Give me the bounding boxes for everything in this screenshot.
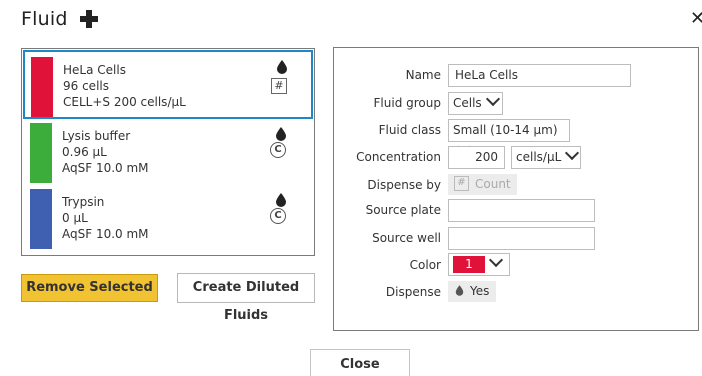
fluid-class-value: Small (10-14 µm) <box>453 123 558 137</box>
dialog-title: Fluid <box>21 8 68 30</box>
title-row: Fluid <box>21 8 98 30</box>
chevron-down-icon <box>485 91 500 107</box>
dispense-by-value: Count <box>475 177 511 191</box>
fluid-class-select[interactable]: Small (10-14 µm) <box>448 119 570 155</box>
droplet-icon <box>276 193 286 207</box>
fluid-group-select[interactable]: Cells <box>448 91 503 115</box>
fluid-color-swatch <box>30 189 52 249</box>
fluid-detail: AqSF 10.0 mM <box>62 227 149 241</box>
source-well-label: Source well <box>372 231 441 245</box>
color-select[interactable]: 1 <box>448 252 510 276</box>
fluid-name: HeLa Cells <box>63 63 126 77</box>
color-swatch: 1 <box>453 256 485 273</box>
concentration-unit-select[interactable]: cells/µL <box>511 145 581 169</box>
fluid-dialog: Fluid ✕ HeLa Cells 96 cells CELL+S 200 c… <box>0 0 702 376</box>
fluid-name: Trypsin <box>62 195 105 209</box>
hash-icon: # <box>454 176 469 191</box>
create-diluted-fluids-button[interactable]: Create Diluted Fluids <box>177 273 315 323</box>
concentration-unit-value: cells/µL <box>516 150 562 164</box>
c-marker-icon: C <box>270 142 286 158</box>
source-plate-label: Source plate <box>365 203 441 217</box>
close-x-icon[interactable]: ✕ <box>690 10 702 28</box>
fluid-detail: AqSF 10.0 mM <box>62 161 149 175</box>
source-well-input[interactable] <box>448 227 595 250</box>
dispense-toggle[interactable]: Yes <box>448 281 497 302</box>
fluid-detail: CELL+S 200 cells/µL <box>63 95 186 109</box>
source-plate-input[interactable] <box>448 199 595 222</box>
close-button[interactable]: Close <box>310 349 410 376</box>
droplet-icon <box>455 285 464 296</box>
fluid-amount: 96 cells <box>63 79 109 93</box>
droplet-icon <box>277 60 287 74</box>
fluid-amount: 0.96 µL <box>62 145 107 159</box>
fluid-item-hela-cells[interactable]: HeLa Cells 96 cells CELL+S 200 cells/µL … <box>23 50 313 119</box>
fluid-item-lysis-buffer[interactable]: Lysis buffer 0.96 µL AqSF 10.0 mM C <box>24 119 312 183</box>
fluid-group-label: Fluid group <box>373 96 441 110</box>
name-label: Name <box>405 68 441 82</box>
fluid-color-swatch <box>30 123 52 183</box>
fluid-color-swatch <box>31 57 53 117</box>
concentration-input[interactable]: 200 <box>448 146 505 169</box>
fluid-amount: 0 µL <box>62 211 88 225</box>
fluid-text: Trypsin 0 µL AqSF 10.0 mM <box>62 194 149 242</box>
fluid-text: Lysis buffer 0.96 µL AqSF 10.0 mM <box>62 128 149 176</box>
concentration-label: Concentration <box>356 150 441 164</box>
dispense-by-label: Dispense by <box>367 178 441 192</box>
droplet-icon <box>276 127 286 141</box>
fluid-properties-panel: Name HeLa Cells Fluid group Cells Fluid … <box>333 47 699 331</box>
c-marker-icon: C <box>270 208 286 224</box>
chevron-down-icon <box>488 252 504 268</box>
fluid-item-trypsin[interactable]: Trypsin 0 µL AqSF 10.0 mM C <box>24 185 312 249</box>
remove-selected-button[interactable]: Remove Selected <box>21 274 158 302</box>
dispense-label: Dispense <box>385 285 441 299</box>
hash-marker-icon: # <box>271 78 287 94</box>
dispense-value: Yes <box>470 284 490 298</box>
name-input[interactable]: HeLa Cells <box>448 64 631 87</box>
fluid-name: Lysis buffer <box>62 129 131 143</box>
fluid-list: HeLa Cells 96 cells CELL+S 200 cells/µL … <box>21 48 315 256</box>
plus-icon[interactable] <box>79 10 98 28</box>
chevron-down-icon <box>565 145 580 161</box>
fluid-group-value: Cells <box>453 96 482 110</box>
fluid-text: HeLa Cells 96 cells CELL+S 200 cells/µL <box>63 62 186 110</box>
color-label: Color <box>409 258 441 272</box>
dispense-by-count-button[interactable]: # Count <box>448 174 517 195</box>
fluid-class-label: Fluid class <box>378 123 441 137</box>
